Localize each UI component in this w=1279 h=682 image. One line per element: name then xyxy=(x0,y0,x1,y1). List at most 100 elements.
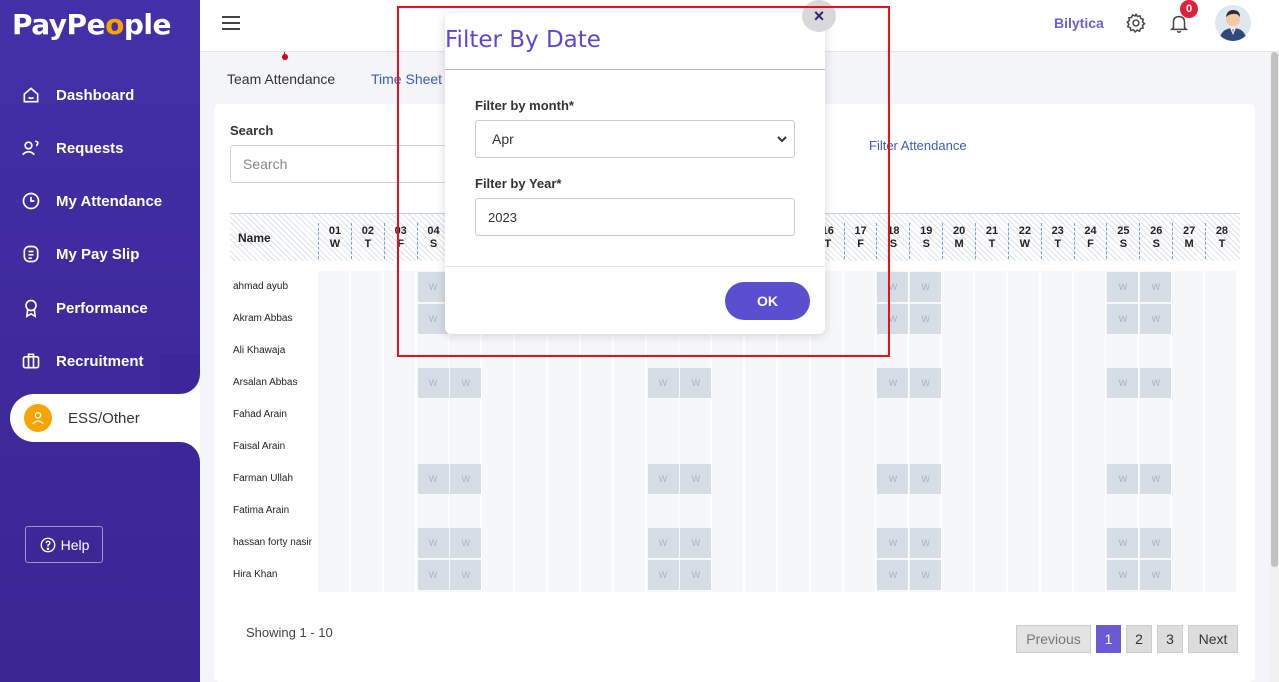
weekend-cell[interactable]: W xyxy=(647,368,679,398)
sidebar-item-dashboard[interactable]: Dashboard xyxy=(0,75,200,115)
weekend-cell[interactable]: W xyxy=(417,528,449,558)
weekend-cell[interactable]: W xyxy=(877,528,909,558)
day-column-header: 22 W xyxy=(1007,223,1041,259)
employee-name[interactable]: ahmad ayub xyxy=(233,281,288,292)
page-scrollbar[interactable] xyxy=(1270,52,1279,682)
sidebar-item-ess-other[interactable]: ESS/Other xyxy=(10,394,200,442)
sidebar-item-label: My Pay Slip xyxy=(56,245,140,263)
weekend-cell[interactable]: W xyxy=(450,560,482,590)
user-avatar[interactable] xyxy=(1215,5,1251,41)
weekend-cell[interactable]: W xyxy=(450,528,482,558)
page-2-button[interactable]: 2 xyxy=(1126,625,1152,653)
weekend-cell[interactable]: W xyxy=(417,464,449,494)
weekend-cell[interactable]: W xyxy=(1140,304,1172,334)
weekend-cell[interactable]: W xyxy=(450,368,482,398)
day-number: 18 xyxy=(887,225,900,237)
weekend-cell[interactable]: W xyxy=(877,304,909,334)
day-number: 21 xyxy=(985,225,999,237)
day-column-header: 28 T xyxy=(1204,223,1238,259)
employee-name[interactable]: Hira Khan xyxy=(233,569,277,580)
weekend-cell[interactable]: W xyxy=(910,528,942,558)
employee-name[interactable]: Ali Khawaja xyxy=(233,345,285,356)
day-number: 02 xyxy=(361,225,374,237)
weekend-cell[interactable]: W xyxy=(1140,528,1172,558)
company-name[interactable]: Bilytica xyxy=(1054,15,1104,31)
modal-divider xyxy=(445,69,825,70)
tab-team-attendance[interactable]: Team Attendance xyxy=(227,71,335,87)
day-number: 28 xyxy=(1215,225,1229,237)
sidebar-item-performance[interactable]: Performance xyxy=(0,288,200,328)
weekend-cell[interactable]: W xyxy=(1140,464,1172,494)
day-column xyxy=(1172,271,1205,592)
home-icon xyxy=(20,84,42,106)
weekend-cell[interactable]: W xyxy=(1140,272,1172,302)
sidebar-item-label: Requests xyxy=(56,139,124,157)
day-column-header: 03 F xyxy=(383,223,417,259)
weekend-cell[interactable]: W xyxy=(680,528,712,558)
sidebar-item-my-pay-slip[interactable]: My Pay Slip xyxy=(0,234,200,274)
day-column xyxy=(942,271,975,592)
weekend-cell[interactable]: W xyxy=(910,560,942,590)
weekend-cell[interactable]: W xyxy=(647,464,679,494)
weekend-cell[interactable]: W xyxy=(1140,368,1172,398)
weekend-cell[interactable]: W xyxy=(647,528,679,558)
page-3-button[interactable]: 3 xyxy=(1157,625,1183,653)
weekend-cell[interactable]: W xyxy=(877,368,909,398)
weekend-cell[interactable]: W xyxy=(1107,464,1139,494)
weekday-letter: F xyxy=(397,238,405,250)
employee-name[interactable]: hassan forty nasir xyxy=(233,537,312,548)
year-input[interactable]: 2023 xyxy=(475,198,795,236)
employee-name[interactable]: Fatima Arain xyxy=(233,505,289,516)
search-input[interactable]: Search xyxy=(230,145,455,183)
weekend-cell[interactable]: W xyxy=(417,368,449,398)
sidebar-item-requests[interactable]: Requests xyxy=(0,128,200,168)
weekend-cell[interactable]: W xyxy=(1107,560,1139,590)
help-circle-icon xyxy=(40,537,56,552)
day-number: 26 xyxy=(1150,225,1163,237)
next-button[interactable]: Next xyxy=(1188,625,1238,653)
employee-name[interactable]: Arsalan Abbas xyxy=(233,377,298,388)
weekend-cell[interactable]: W xyxy=(1107,528,1139,558)
help-button[interactable]: Help xyxy=(25,526,103,563)
weekend-cell[interactable]: W xyxy=(680,464,712,494)
weekend-cell[interactable]: W xyxy=(877,464,909,494)
weekend-cell[interactable]: W xyxy=(910,464,942,494)
ok-button[interactable]: OK xyxy=(725,282,810,320)
employee-name[interactable]: Farman Ullah xyxy=(233,473,293,484)
tab-time-sheet[interactable]: Time Sheet xyxy=(371,71,442,87)
weekend-cell[interactable]: W xyxy=(680,368,712,398)
user-icon xyxy=(24,404,52,432)
weekend-cell[interactable]: W xyxy=(417,560,449,590)
weekday-letter: F xyxy=(857,238,864,250)
previous-button[interactable]: Previous xyxy=(1016,625,1091,653)
filter-attendance-link[interactable]: Filter Attendance xyxy=(869,138,967,153)
weekend-cell[interactable]: W xyxy=(1107,272,1139,302)
weekend-cell[interactable]: W xyxy=(910,272,942,302)
weekend-cell[interactable]: W xyxy=(417,272,449,302)
weekend-cell[interactable]: W xyxy=(877,560,909,590)
close-icon[interactable]: × xyxy=(802,0,836,32)
sidebar-item-my-attendance[interactable]: My Attendance xyxy=(0,181,200,221)
weekend-cell[interactable]: W xyxy=(910,368,942,398)
weekend-cell[interactable]: W xyxy=(417,304,449,334)
weekend-cell[interactable]: W xyxy=(680,560,712,590)
weekend-cell[interactable]: W xyxy=(450,464,482,494)
weekend-cell[interactable]: W xyxy=(877,272,909,302)
employee-name[interactable]: Faisal Arain xyxy=(233,441,285,452)
modal-title: Filter By Date xyxy=(445,27,601,53)
page-1-button[interactable]: 1 xyxy=(1096,625,1121,653)
weekend-cell[interactable]: W xyxy=(1107,304,1139,334)
day-number: 17 xyxy=(854,225,867,237)
month-select[interactable]: Apr xyxy=(475,120,795,158)
gear-icon[interactable] xyxy=(1125,12,1147,34)
day-column-header: 25 S xyxy=(1106,223,1139,259)
paypeople-logo[interactable]: PayPeople xyxy=(12,8,171,41)
menu-icon[interactable] xyxy=(222,16,240,30)
weekend-cell[interactable]: W xyxy=(1107,368,1139,398)
weekend-cell[interactable]: W xyxy=(910,304,942,334)
employee-name[interactable]: Akram Abbas xyxy=(233,313,292,324)
employee-name[interactable]: Fahad Arain xyxy=(233,409,287,420)
weekend-cell[interactable]: W xyxy=(647,560,679,590)
weekend-cell[interactable]: W xyxy=(1140,560,1172,590)
sidebar-item-label: ESS/Other xyxy=(68,409,140,427)
